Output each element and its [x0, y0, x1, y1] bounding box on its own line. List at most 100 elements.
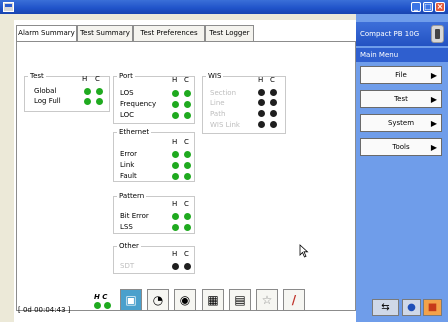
menu-file-button[interactable]: File ▶: [360, 66, 442, 84]
group-title: Pattern: [117, 192, 147, 201]
group-title: Test: [28, 72, 46, 81]
h-column-label: H: [172, 76, 178, 84]
alarm-label: Section: [210, 89, 237, 97]
c-column-label: C: [184, 200, 189, 208]
restore-icon[interactable]: □: [423, 2, 433, 12]
tab-alarm-summary[interactable]: Alarm Summary: [16, 25, 77, 42]
current-indicator: [270, 99, 277, 106]
alarm-label: Fault: [120, 172, 137, 180]
run-test-icon[interactable]: ▣: [120, 289, 142, 311]
arrow-right-icon: ▶: [430, 95, 437, 104]
c-column-label: C: [270, 76, 275, 84]
title-bar: _ □ ×: [0, 0, 448, 14]
star-icon[interactable]: ☆: [256, 289, 278, 311]
group-title: Port: [117, 72, 135, 81]
arrow-right-icon: ▶: [430, 143, 437, 152]
arrow-right-icon: ▶: [430, 119, 437, 128]
current-indicator: [184, 101, 191, 108]
alarm-label: Link: [120, 161, 135, 169]
c-column-label: C: [95, 75, 100, 83]
arrow-right-icon: ▶: [430, 71, 437, 80]
c-column-label: C: [184, 138, 189, 146]
device-icon: [431, 25, 444, 43]
group-title: Ethernet: [117, 128, 152, 137]
menu-file-label: File: [395, 71, 407, 79]
menu-system-button[interactable]: System ▶: [360, 114, 442, 132]
alarm-label: LOC: [120, 111, 135, 119]
tab-test-preferences[interactable]: Test Preferences: [133, 25, 205, 41]
history-indicator: [172, 263, 179, 270]
alarm-label: LOS: [120, 89, 134, 97]
history-indicator: [258, 99, 265, 106]
menu-test-label: Test: [394, 95, 408, 103]
global-history-indicator: [94, 302, 101, 309]
window-icon[interactable]: [3, 2, 14, 12]
current-indicator: [270, 89, 277, 96]
camera-icon[interactable]: ◉: [174, 289, 196, 311]
alarm-label: Global: [34, 87, 57, 95]
menu-test-button[interactable]: Test ▶: [360, 90, 442, 108]
mouse-cursor-icon: [299, 244, 309, 258]
tab-test-summary[interactable]: Test Summary: [77, 25, 133, 41]
current-indicator: [184, 112, 191, 119]
h-column-label: H: [258, 76, 264, 84]
menu-tools-label: Tools: [392, 143, 410, 151]
h-column-label: H: [172, 138, 178, 146]
global-current-indicator: [104, 302, 111, 309]
panels-icon[interactable]: ▤: [229, 289, 251, 311]
inject-icon[interactable]: /: [283, 289, 305, 311]
alarm-label: LSS: [120, 223, 133, 231]
hc-legend: H C: [94, 293, 108, 301]
stop-icon[interactable]: ■: [423, 299, 442, 316]
clock-icon[interactable]: ◔: [147, 289, 169, 311]
alarm-label: Log Full: [34, 97, 61, 105]
current-indicator: [184, 151, 191, 158]
history-indicator: [84, 98, 91, 105]
menu-system-label: System: [387, 119, 415, 127]
history-indicator: [172, 112, 179, 119]
current-indicator: [184, 173, 191, 180]
current-indicator: [270, 121, 277, 128]
history-indicator: [172, 162, 179, 169]
disk-icon[interactable]: ●: [402, 299, 421, 316]
current-indicator: [96, 88, 103, 95]
history-indicator: [172, 173, 179, 180]
alarm-label: Error: [120, 150, 138, 158]
minimize-icon[interactable]: _: [411, 2, 421, 12]
alarm-label: Bit Error: [120, 212, 149, 220]
h-column-label: H: [172, 200, 178, 208]
history-indicator: [172, 90, 179, 97]
alarm-label: Path: [210, 110, 226, 118]
current-indicator: [184, 263, 191, 270]
history-indicator: [172, 213, 179, 220]
network-icon[interactable]: ⇆: [372, 299, 399, 316]
elapsed-time: [ 0d 00:04:43 ]: [18, 306, 71, 314]
tab-test-logger[interactable]: Test Logger: [205, 25, 254, 41]
c-column-label: C: [184, 76, 189, 84]
app-window: _ □ × Alarm Summary Test Summary Test Pr…: [0, 0, 448, 322]
current-indicator: [184, 224, 191, 231]
close-icon[interactable]: ×: [435, 2, 445, 12]
current-indicator: [96, 98, 103, 105]
group-title: Other: [117, 242, 141, 251]
current-indicator: [184, 90, 191, 97]
current-indicator: [184, 213, 191, 220]
main-menu-title: Main Menu: [356, 48, 448, 62]
grid-icon[interactable]: ▦: [202, 289, 224, 311]
history-indicator: [172, 151, 179, 158]
h-column-label: H: [82, 75, 88, 83]
history-indicator: [84, 88, 91, 95]
alarm-label: SDT: [120, 262, 135, 270]
history-indicator: [258, 121, 265, 128]
current-indicator: [184, 162, 191, 169]
alarm-label: Frequency: [120, 100, 157, 108]
group-title: WIS: [206, 72, 224, 81]
history-indicator: [172, 224, 179, 231]
h-column-label: H: [172, 250, 178, 258]
history-indicator: [172, 101, 179, 108]
current-indicator: [270, 110, 277, 117]
alarm-label: WIS Link: [210, 121, 240, 129]
menu-tools-button[interactable]: Tools ▶: [360, 138, 442, 156]
history-indicator: [258, 89, 265, 96]
c-column-label: C: [184, 250, 189, 258]
